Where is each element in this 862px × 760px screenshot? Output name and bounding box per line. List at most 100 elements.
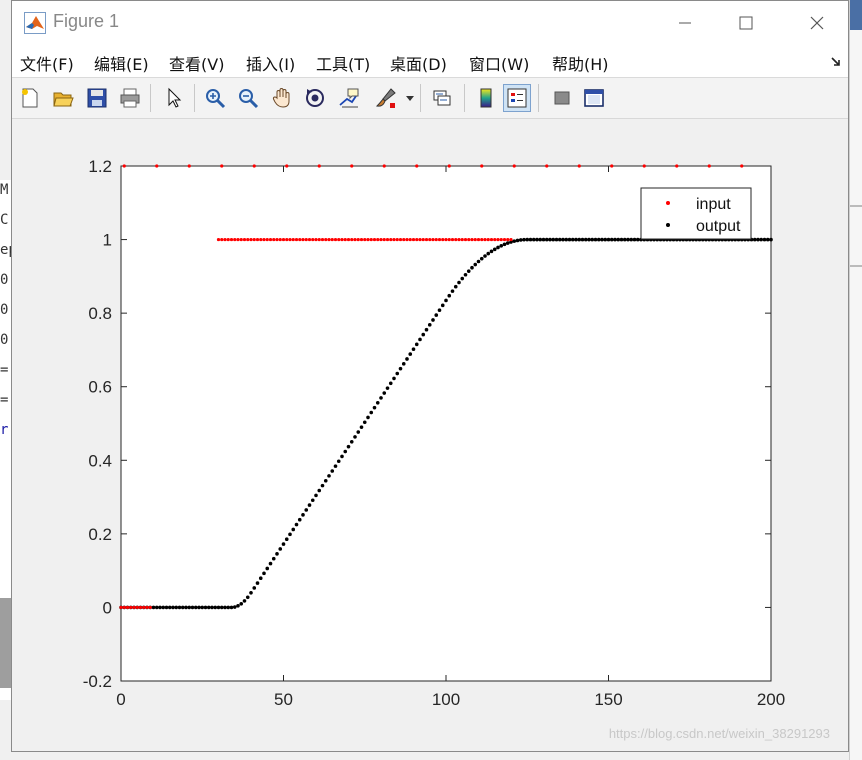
minimize-button[interactable]: [662, 7, 708, 39]
figure-canvas: 0 50 100 150 200 -0.2 0 0.2 0.4 0.6 0.8 1 1.2 input ou…: [12, 119, 848, 751]
output-point: [320, 483, 325, 488]
output-point: [538, 237, 543, 242]
colorbar-button[interactable]: [472, 84, 500, 112]
output-point: [369, 410, 374, 415]
output-point: [349, 439, 354, 444]
menu-window[interactable]: 窗口(W): [469, 51, 529, 75]
output-point: [219, 605, 224, 610]
output-point: [284, 537, 289, 542]
y-tick-label: 0.8: [88, 304, 112, 323]
brush-dropdown-icon[interactable]: [406, 96, 414, 102]
legend-label-input: input: [696, 196, 731, 213]
output-point: [450, 289, 455, 293]
menu-edit[interactable]: 编辑(E): [94, 51, 149, 75]
input-point: [431, 237, 435, 242]
output-point: [518, 238, 523, 242]
output-point: [193, 605, 198, 610]
input-point: [129, 605, 133, 610]
input-point: [486, 237, 490, 242]
maximize-button[interactable]: [723, 7, 769, 39]
output-point: [492, 247, 497, 252]
dock-arrow-icon[interactable]: [830, 55, 842, 67]
input-point: [350, 237, 354, 242]
input-point: [346, 237, 351, 242]
output-point: [577, 237, 582, 242]
output-point: [239, 601, 244, 606]
output-point: [765, 237, 770, 242]
output-point: [197, 605, 201, 610]
input-point: [262, 237, 266, 242]
data-cursor-button[interactable]: [335, 84, 363, 112]
bg-text: 0: [0, 302, 9, 318]
input-point: [480, 237, 484, 242]
hide-plot-tools-button[interactable]: [548, 84, 576, 112]
link-plot-button[interactable]: [428, 84, 456, 112]
menu-insert[interactable]: 插入(I): [246, 51, 295, 75]
menu-help[interactable]: 帮助(H): [552, 51, 609, 75]
input-point: [223, 237, 227, 242]
input-point: [317, 164, 321, 168]
show-plot-tools-icon: [584, 89, 604, 107]
show-plot-tools-button[interactable]: [580, 84, 608, 112]
zoom-in-button[interactable]: [201, 84, 229, 112]
output-point: [444, 298, 448, 303]
legend-button[interactable]: [503, 84, 531, 112]
plot-axes[interactable]: 0 50 100 150 200-0.200.20.40.60.811.2inputou…: [12, 119, 850, 751]
output-point: [622, 237, 627, 242]
output-point: [635, 237, 640, 242]
menu-tools[interactable]: 工具(T): [316, 51, 370, 75]
output-point: [453, 284, 458, 289]
zoom-out-button[interactable]: [234, 84, 262, 112]
output-point: [317, 488, 322, 493]
bg-text: =: [0, 362, 9, 378]
output-point: [551, 237, 556, 242]
edit-plot-button[interactable]: [160, 84, 188, 112]
output-point: [457, 280, 461, 285]
output-point: [288, 532, 292, 537]
output-point: [603, 237, 608, 242]
input-point: [493, 237, 497, 242]
menu-bar: 文件(F) 编辑(E) 查看(V) 插入(I) 工具(T) 桌面(D) 窗口(W…: [12, 45, 848, 78]
input-point: [340, 237, 344, 242]
output-point: [531, 237, 536, 242]
brush-button[interactable]: [372, 84, 400, 112]
output-point: [626, 237, 630, 242]
rotate-3d-button[interactable]: [301, 84, 329, 112]
output-point: [431, 318, 435, 322]
input-point: [476, 237, 481, 242]
output-point: [580, 237, 585, 242]
input-point: [392, 237, 396, 242]
menu-desktop[interactable]: 桌面(D): [390, 51, 447, 75]
print-button[interactable]: [116, 84, 144, 112]
output-point: [236, 604, 240, 608]
output-point: [557, 237, 562, 242]
menu-view[interactable]: 查看(V): [169, 51, 224, 75]
input-point: [467, 237, 471, 242]
input-point: [246, 237, 250, 242]
save-button[interactable]: [83, 84, 111, 112]
output-point: [340, 454, 344, 459]
input-point: [447, 237, 451, 242]
output-point: [171, 605, 175, 610]
input-point: [385, 237, 390, 242]
output-point: [505, 241, 510, 245]
y-tick-label: 0.4: [88, 451, 112, 470]
output-point: [502, 242, 507, 247]
menu-file[interactable]: 文件(F): [20, 51, 74, 75]
new-figure-button[interactable]: [16, 84, 44, 112]
output-point: [200, 605, 205, 610]
input-point: [447, 164, 451, 168]
pan-button[interactable]: [268, 84, 296, 112]
output-point: [583, 237, 588, 242]
input-point: [337, 237, 341, 242]
input-point: [740, 164, 744, 168]
y-tick-label: 0.2: [88, 525, 112, 544]
close-button[interactable]: [794, 7, 840, 39]
output-point: [353, 435, 357, 439]
output-point: [421, 332, 426, 337]
output-point: [346, 444, 351, 449]
output-point: [268, 561, 273, 566]
output-point: [756, 237, 760, 242]
output-point: [291, 527, 296, 532]
open-file-button[interactable]: [49, 84, 77, 112]
